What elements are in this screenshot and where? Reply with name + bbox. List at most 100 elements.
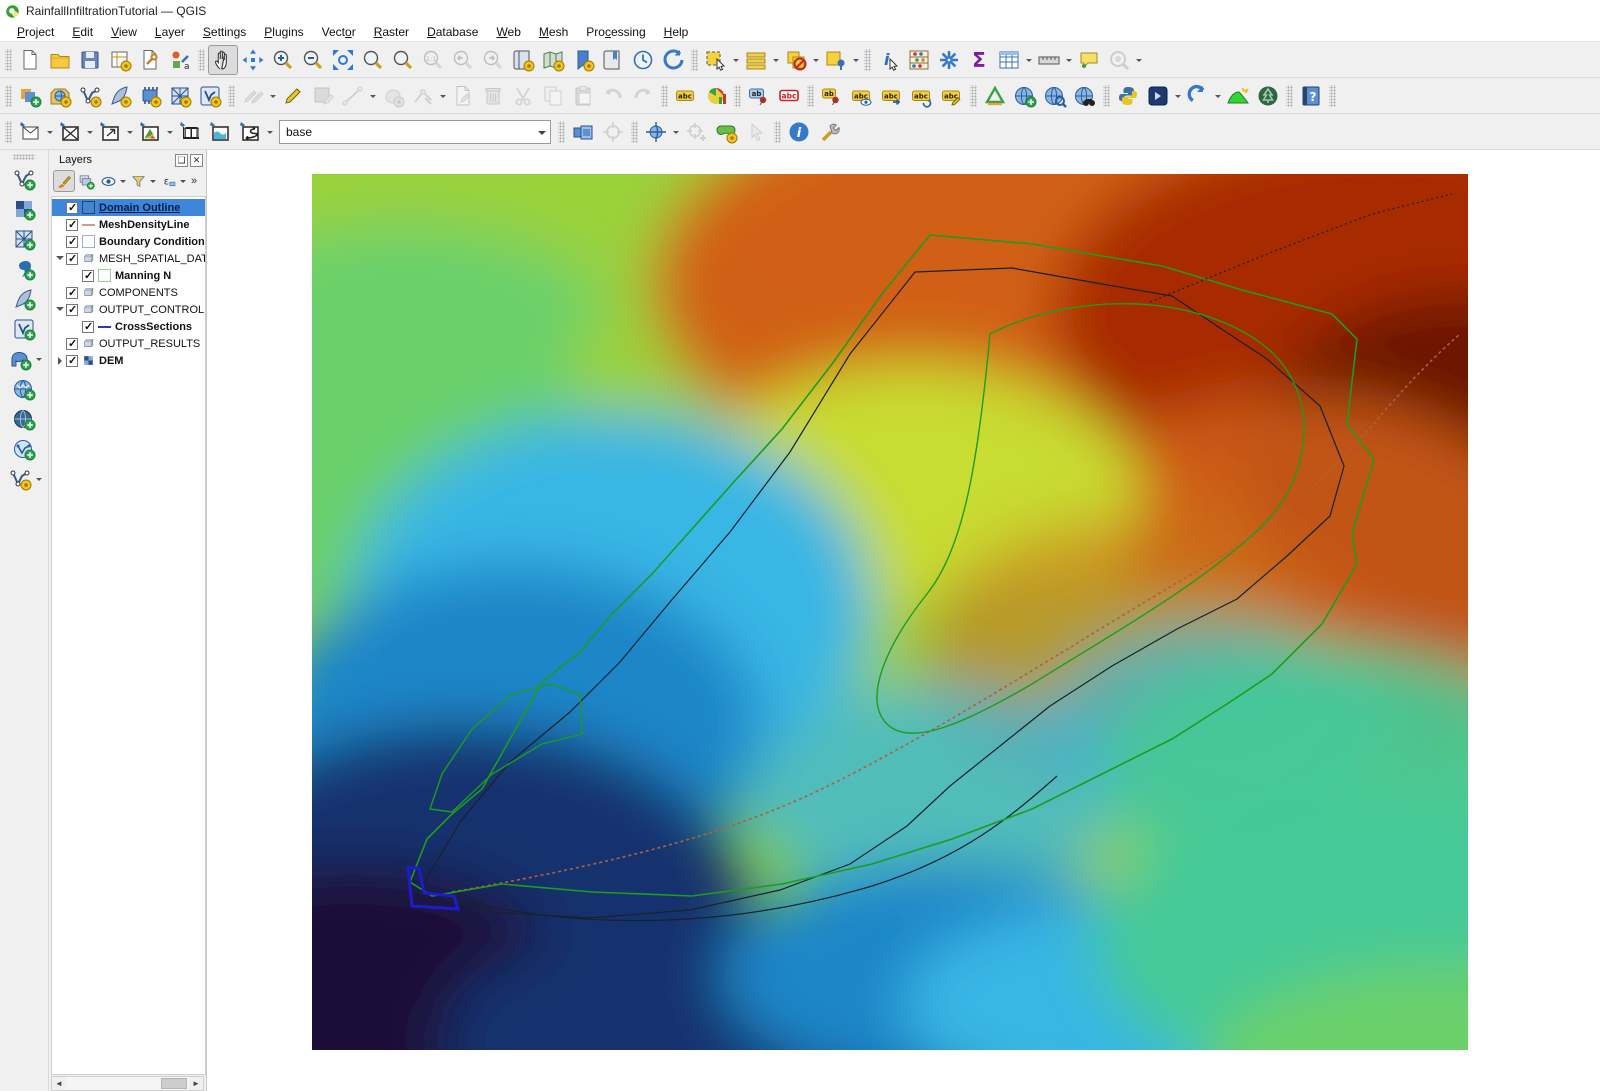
mesh-remove-dropdown-icon[interactable]: [85, 117, 95, 147]
toolbar-separator[interactable]: [864, 49, 871, 71]
layer-item-mesh-spatial-data[interactable]: MESH_SPATIAL_DATA: [52, 250, 205, 267]
add-wfs-layer-button[interactable]: [9, 434, 39, 464]
toolbar-separator[interactable]: [691, 49, 698, 71]
toolbar-separator[interactable]: [661, 85, 668, 107]
processing-toolbox-button[interactable]: [934, 45, 964, 75]
zoom-to-selection-button[interactable]: [358, 45, 388, 75]
add-mesh-layer-button[interactable]: [9, 224, 39, 254]
layer-checkbox[interactable]: [66, 287, 78, 299]
layer-checkbox[interactable]: [82, 321, 94, 333]
new-gpx-layer-button[interactable]: [195, 81, 225, 111]
identify-features-button[interactable]: i: [874, 45, 904, 75]
georeference-button[interactable]: [641, 117, 671, 147]
panel-overflow-icon[interactable]: »: [191, 175, 197, 187]
toolbar-separator[interactable]: [1329, 85, 1336, 107]
layer-item-domain-outline[interactable]: Domain Outline: [52, 199, 205, 216]
layer-item-output-control[interactable]: OUTPUT_CONTROL: [52, 301, 205, 318]
toolbar-separator[interactable]: [970, 85, 977, 107]
toolbar-separator[interactable]: [5, 49, 12, 71]
open-attribute-table-dropdown-icon[interactable]: [1024, 45, 1034, 75]
data-source-manager-button[interactable]: [15, 81, 45, 111]
filter-by-expression-button[interactable]: ε: [157, 170, 179, 192]
layer-diagram-options-button[interactable]: [701, 81, 731, 111]
map-tips-button[interactable]: [1074, 45, 1104, 75]
menu-mesh[interactable]: Mesh: [530, 23, 577, 41]
layer-item-dem[interactable]: DEM: [52, 352, 205, 369]
mesh-boundary-button[interactable]: [15, 117, 45, 147]
menu-project[interactable]: Project: [8, 23, 63, 41]
layer-item-components[interactable]: COMPONENTS: [52, 284, 205, 301]
pin-labels-button[interactable]: ab: [744, 81, 774, 111]
new-print-layout-button[interactable]: [105, 45, 135, 75]
delete-selected-button[interactable]: [478, 81, 508, 111]
select-features-by-value-dropdown-icon[interactable]: [771, 45, 781, 75]
show-spatial-bookmarks-button[interactable]: [598, 45, 628, 75]
menu-help[interactable]: Help: [655, 23, 698, 41]
select-features-dropdown-icon[interactable]: [731, 45, 741, 75]
toolbar-separator[interactable]: [5, 85, 12, 107]
script-runner-button[interactable]: [1143, 81, 1173, 111]
filter-legend-button[interactable]: [127, 170, 149, 192]
metasearch-add-button[interactable]: [1010, 81, 1040, 111]
menu-layer[interactable]: Layer: [146, 23, 194, 41]
toolbar-separator[interactable]: [5, 121, 12, 143]
geometry-checker-button[interactable]: [980, 81, 1010, 111]
plugin-settings-button[interactable]: [814, 117, 844, 147]
manage-map-themes-button[interactable]: [97, 170, 119, 192]
layer-checkbox[interactable]: [82, 270, 94, 282]
modify-attributes-button[interactable]: [448, 81, 478, 111]
layer-item-meshdensityline[interactable]: MeshDensityLine: [52, 216, 205, 233]
toolbar-separator[interactable]: [558, 121, 565, 143]
view-settings-button[interactable]: [711, 117, 741, 147]
layer-symbol-swatch[interactable]: [82, 201, 95, 214]
layer-item-output-results[interactable]: OUTPUT_RESULTS: [52, 335, 205, 352]
mesh-trace-button[interactable]: [235, 117, 265, 147]
temporal-controller-button[interactable]: [628, 45, 658, 75]
refresh-button[interactable]: [658, 45, 688, 75]
cut-features-button[interactable]: [508, 81, 538, 111]
menu-plugins[interactable]: Plugins: [255, 23, 312, 41]
toolbar-separator[interactable]: [228, 85, 235, 107]
save-project-button[interactable]: [75, 45, 105, 75]
mesh-animation-button[interactable]: [175, 117, 205, 147]
redo-button[interactable]: [628, 81, 658, 111]
new-spatialite-layer-button[interactable]: [105, 81, 135, 111]
pan-to-selection-button[interactable]: [238, 45, 268, 75]
scroll-thumb[interactable]: [161, 1078, 187, 1089]
panel-float-icon[interactable]: ❏: [175, 154, 188, 167]
new-project-button[interactable]: [15, 45, 45, 75]
toggle-editing-button[interactable]: [278, 81, 308, 111]
menu-settings[interactable]: Settings: [194, 23, 255, 41]
metasearch-button[interactable]: [1070, 81, 1100, 111]
menu-web[interactable]: Web: [487, 23, 529, 41]
layer-styling-button[interactable]: [53, 170, 75, 192]
current-edits-button[interactable]: [238, 81, 268, 111]
layer-checkbox[interactable]: [66, 219, 78, 231]
plugin-reloader-button[interactable]: [1183, 81, 1213, 111]
toolbar-handle[interactable]: [13, 154, 35, 160]
help-contents-button[interactable]: ?: [1296, 81, 1326, 111]
toolbar-separator[interactable]: [1103, 85, 1110, 107]
new-virtual-layer-button[interactable]: [135, 81, 165, 111]
panels-layout-button[interactable]: [568, 117, 598, 147]
layer-checkbox[interactable]: [66, 202, 78, 214]
plugin-reloader-dropdown-icon[interactable]: [1213, 81, 1223, 111]
measure-line-dropdown-icon[interactable]: [1064, 45, 1074, 75]
current-edits-dropdown-icon[interactable]: [268, 81, 278, 111]
mesh-remove-button[interactable]: [55, 117, 85, 147]
deselect-features-dropdown-icon[interactable]: [811, 45, 821, 75]
add-spatialite-layer-button[interactable]: [9, 284, 39, 314]
collapse-icon[interactable]: [54, 304, 66, 315]
add-postgis-layer-dropdown-icon[interactable]: [35, 344, 43, 374]
mesh-contours-dropdown-icon[interactable]: [165, 117, 175, 147]
add-postgis-layer-button[interactable]: [5, 344, 35, 374]
toolbar-separator[interactable]: [774, 121, 781, 143]
plugin-info-button[interactable]: i: [784, 117, 814, 147]
highlight-pinned-labels-button[interactable]: abc: [774, 81, 804, 111]
toolbar-separator[interactable]: [1286, 85, 1293, 107]
select-features-by-value-button[interactable]: [741, 45, 771, 75]
scroll-left-icon[interactable]: ◄: [52, 1077, 66, 1090]
zoom-next-button[interactable]: [478, 45, 508, 75]
add-wms-layer-button[interactable]: [9, 374, 39, 404]
save-layer-edits-button[interactable]: [308, 81, 338, 111]
